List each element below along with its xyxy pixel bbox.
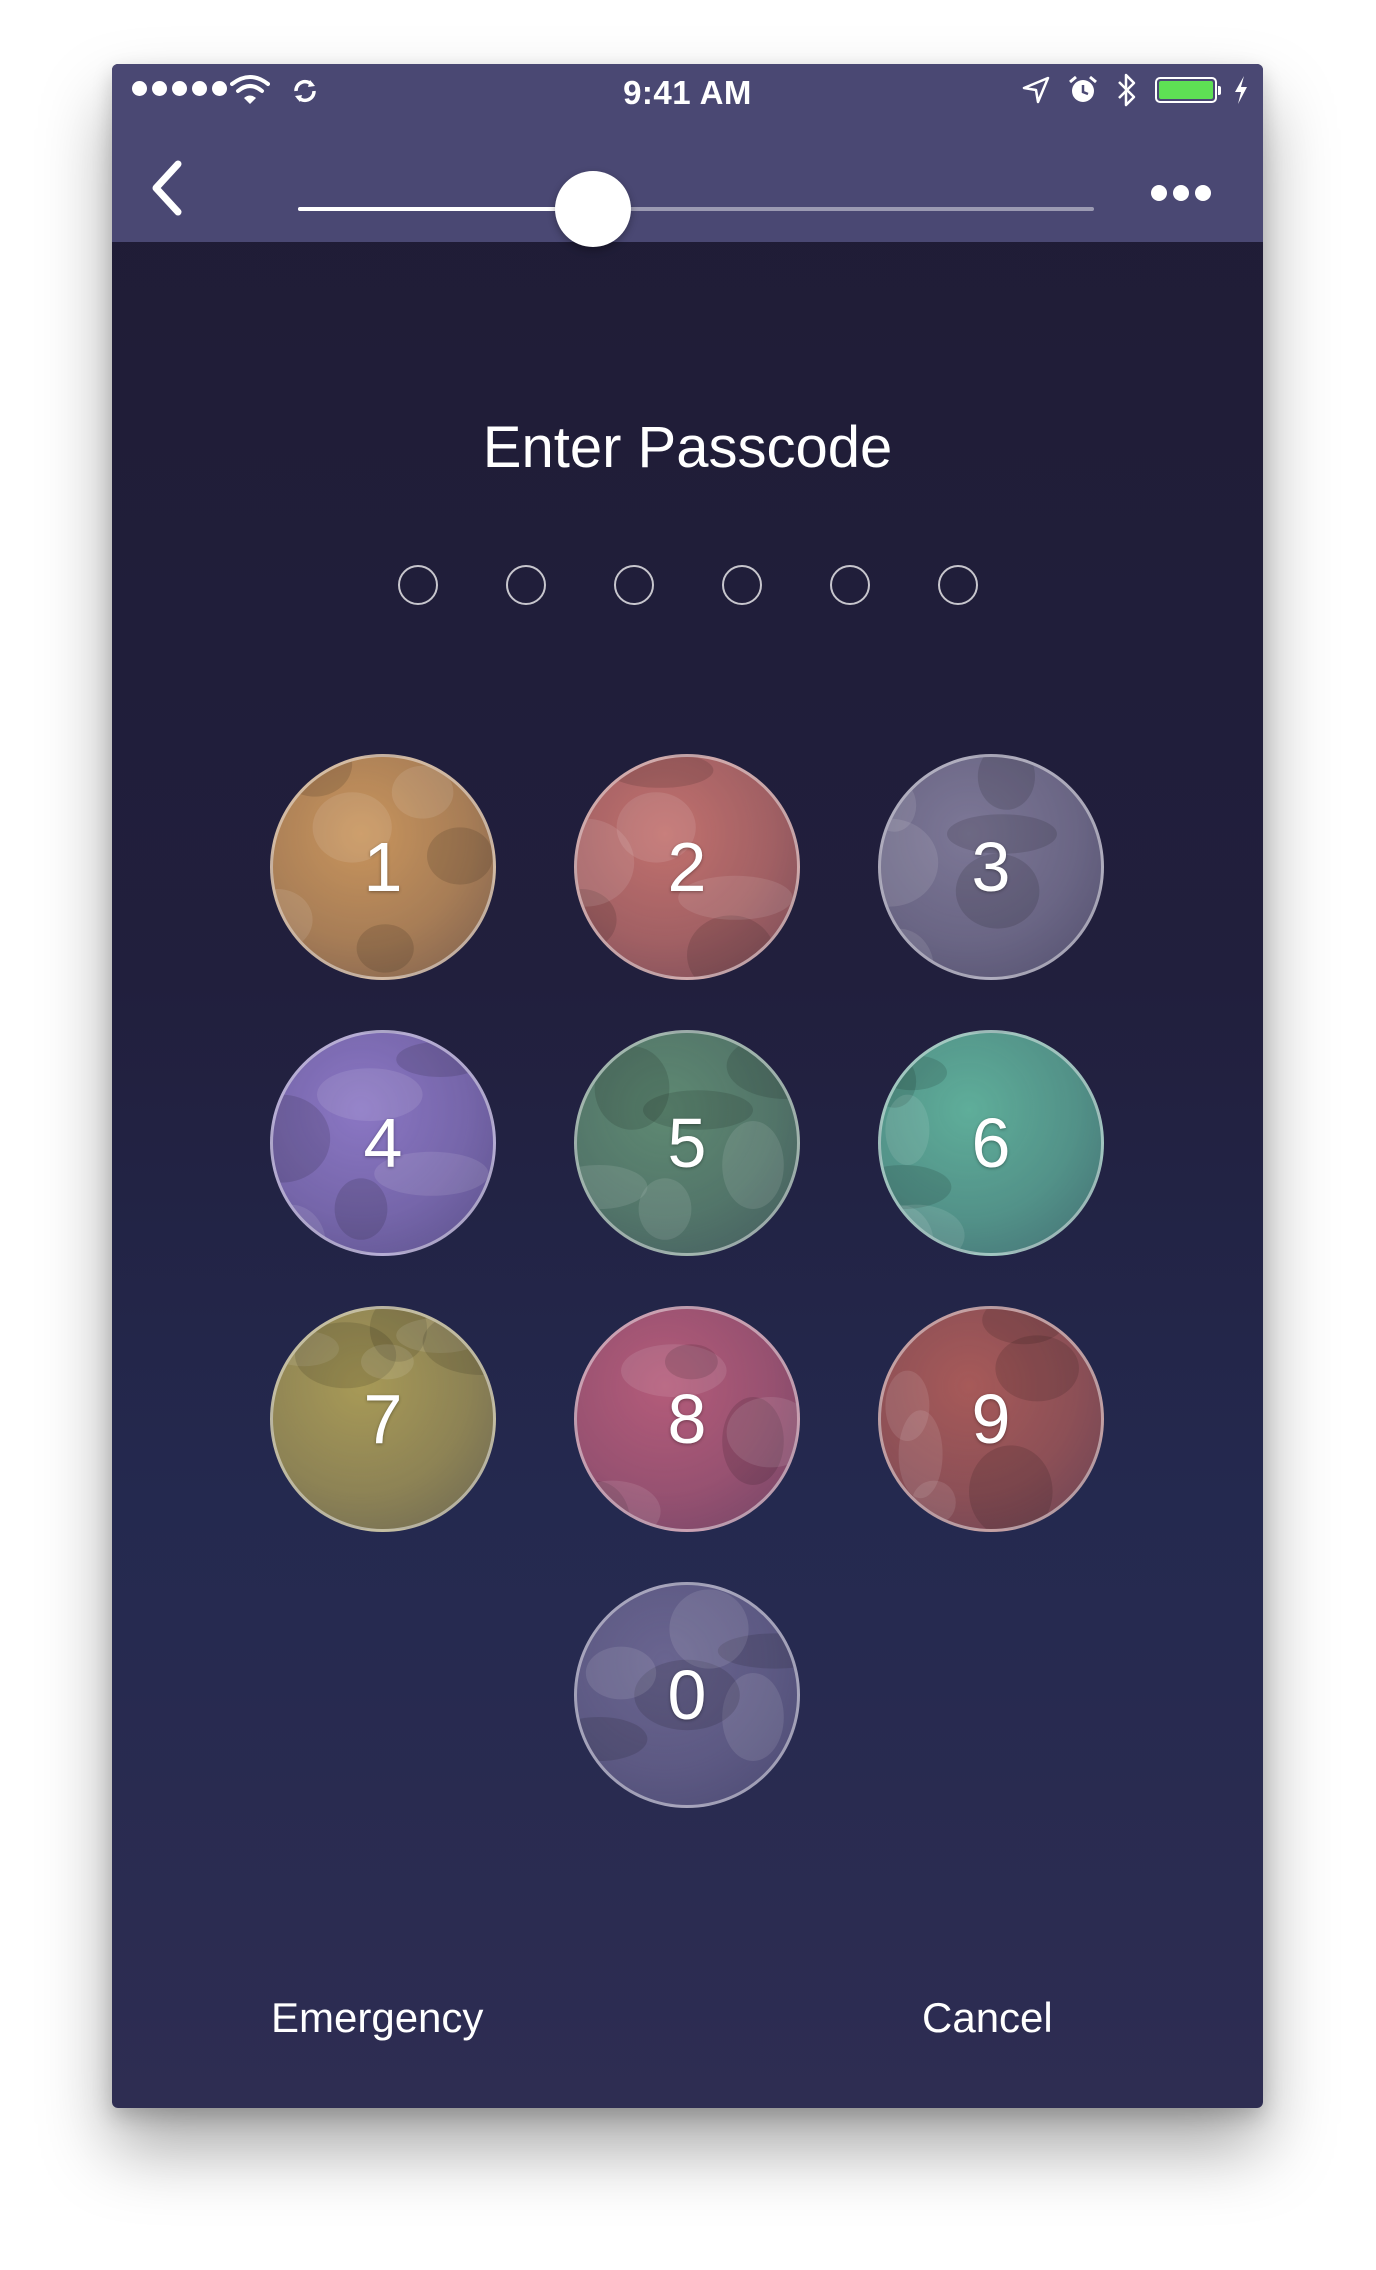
key-digit: 3 — [971, 828, 1011, 906]
passcode-dot — [397, 565, 438, 605]
key-digit: 9 — [971, 1380, 1011, 1458]
toolbar — [112, 124, 1263, 247]
key-digit: 2 — [667, 828, 707, 906]
emergency-button[interactable]: Emergency — [271, 1994, 483, 2042]
cancel-button[interactable]: Cancel — [922, 1994, 1053, 2042]
bluetooth-icon — [1118, 73, 1136, 107]
key-digit: 8 — [667, 1380, 707, 1458]
bolt-icon — [1235, 76, 1247, 104]
key-digit: 7 — [363, 1380, 403, 1458]
status-right-group — [1021, 72, 1249, 108]
key-digit: 5 — [667, 1104, 707, 1182]
key-digit: 1 — [363, 828, 403, 906]
key-1[interactable]: 1 — [270, 754, 496, 980]
passcode-dot — [721, 565, 762, 605]
chevron-left-icon[interactable] — [144, 158, 190, 218]
passcode-dots — [112, 565, 1263, 605]
key-6[interactable]: 6 — [878, 1030, 1104, 1256]
location-arrow-icon — [1022, 76, 1050, 104]
key-3[interactable]: 3 — [878, 754, 1104, 980]
key-7[interactable]: 7 — [270, 1306, 496, 1532]
key-digit: 0 — [667, 1656, 707, 1734]
key-0[interactable]: 0 — [574, 1582, 800, 1808]
passcode-dot — [505, 565, 546, 605]
key-8[interactable]: 8 — [574, 1306, 800, 1532]
slider-knob[interactable] — [554, 171, 631, 247]
ellipsis-icon[interactable] — [1151, 185, 1211, 201]
passcode-title: Enter Passcode — [482, 415, 893, 480]
key-2[interactable]: 2 — [574, 754, 800, 980]
status-bar: 9:41 AM — [112, 64, 1263, 124]
passcode-dot — [937, 565, 978, 605]
battery-icon — [1155, 77, 1221, 103]
key-5[interactable]: 5 — [574, 1030, 800, 1256]
key-4[interactable]: 4 — [270, 1030, 496, 1256]
key-digit: 4 — [363, 1104, 403, 1182]
passcode-dot — [829, 565, 870, 605]
top-bar: 9:41 AM — [112, 64, 1263, 247]
phone-screen: 9:41 AM Enter Passcode 1 2 3 4 5 6 7 8 9… — [112, 64, 1263, 2108]
progress-slider[interactable] — [298, 171, 1094, 247]
passcode-dot — [613, 565, 654, 605]
key-digit: 6 — [971, 1104, 1011, 1182]
battery-level — [1159, 81, 1213, 99]
slider-fill — [298, 207, 593, 211]
key-9[interactable]: 9 — [878, 1306, 1104, 1532]
alarm-icon — [1069, 75, 1097, 102]
